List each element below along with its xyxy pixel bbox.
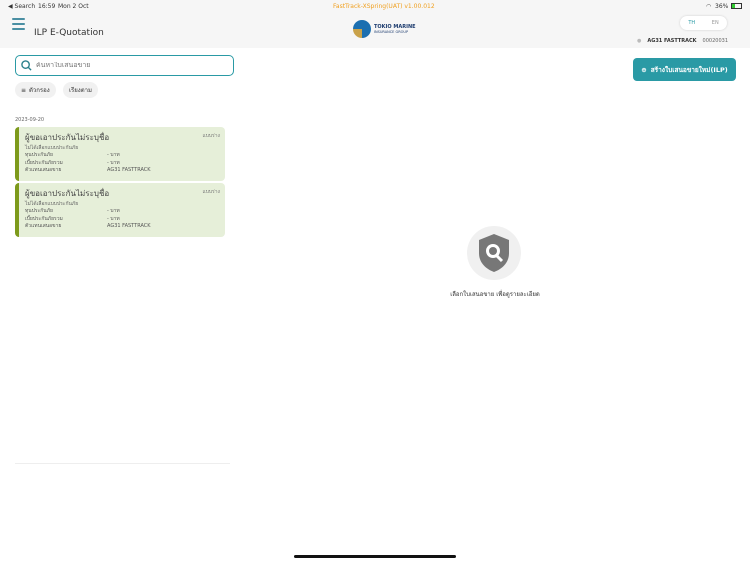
battery-icon xyxy=(731,3,742,9)
card-row: เบี้ยประกันภัยรวม - บาท xyxy=(25,216,219,224)
insured-name: ผู้ขอเอาประกันไม่ระบุชื่อ xyxy=(25,133,110,142)
search-icon xyxy=(21,60,32,71)
insured-name: ผู้ขอเอาประกันไม่ระบุชื่อ xyxy=(25,189,110,198)
user-icon: ● xyxy=(636,38,642,44)
row-label: ตัวแทนเสนอขาย xyxy=(25,167,62,173)
sort-label: เรียงตาม xyxy=(69,87,92,94)
plan-name: ไม่ได้เลือกแบบประกันภัย xyxy=(25,201,79,207)
lang-en[interactable]: EN xyxy=(704,20,728,26)
back-to-search[interactable]: ◀ Search xyxy=(8,3,35,10)
plus-circle-icon: ⊕ xyxy=(641,65,647,74)
agent-info: ● AG31 FASTTRACK 00020031 xyxy=(637,38,728,44)
header: ILP E-Quotation TOKIO MARINE INSURANCE GR… xyxy=(0,12,750,48)
status-date: Mon 2 Oct xyxy=(58,3,89,10)
card-row: ทุนประกันภัย - บาท xyxy=(25,208,219,216)
card-row: ทุนประกันภัย - บาท xyxy=(25,152,219,160)
sort-button[interactable]: เรียงตาม xyxy=(63,82,98,98)
agent-name: AG31 FASTTRACK xyxy=(647,38,697,44)
quotation-card[interactable]: ผู้ขอเอาประกันไม่ระบุชื่อ ไม่ได้เลือกแบบ… xyxy=(15,183,225,237)
lang-th[interactable]: TH xyxy=(680,20,704,26)
row-label: เบี้ยประกันภัยรวม xyxy=(25,159,63,166)
filter-icon: ≡ xyxy=(21,86,27,94)
row-label: ทุนประกันภัย xyxy=(25,152,53,158)
row-value: - บาท xyxy=(107,215,120,222)
row-value: - บาท xyxy=(107,208,120,214)
agent-code: 00020031 xyxy=(702,38,728,44)
empty-state-illustration xyxy=(467,226,521,280)
row-value: - บาท xyxy=(107,152,120,158)
logo-subtext: INSURANCE GROUP xyxy=(374,30,409,34)
create-quotation-button[interactable]: ⊕ สร้างใบเสนอขายใหม่(ILP) xyxy=(633,58,736,81)
search-box[interactable] xyxy=(15,55,234,76)
plan-name: ไม่ได้เลือกแบบประกันภัย xyxy=(25,145,79,151)
status-time: 16:59 xyxy=(38,3,56,10)
card-row: ตัวแทนเสนอขาย AG31 FASTTRACK xyxy=(25,167,219,175)
wifi-icon: ◠ xyxy=(706,3,712,10)
card-row: เบี้ยประกันภัยรวม - บาท xyxy=(25,160,219,168)
row-label: เบี้ยประกันภัยรวม xyxy=(25,215,63,222)
company-logo: TOKIO MARINE INSURANCE GROUP xyxy=(353,20,416,38)
home-indicator[interactable] xyxy=(294,555,456,558)
logo-mark-icon xyxy=(353,20,371,38)
row-value: AG31 FASTTRACK xyxy=(107,167,151,173)
card-row: ตัวแทนเสนอขาย AG31 FASTTRACK xyxy=(25,223,219,231)
status-badge: แบบร่าง xyxy=(202,189,220,195)
empty-state-text: เลือกใบเสนอขาย เพื่อดูรายละเอียด xyxy=(450,291,540,298)
row-value: AG31 FASTTRACK xyxy=(107,223,151,229)
group-date: 2023-09-20 xyxy=(15,117,45,123)
app-version: FastTrack-XSpring(UAT) v1.00.012 xyxy=(333,3,435,10)
list-divider xyxy=(15,463,230,464)
battery-level: 36% xyxy=(715,3,729,10)
menu-icon[interactable] xyxy=(12,18,25,33)
status-badge: แบบร่าง xyxy=(202,133,220,139)
row-label: ทุนประกันภัย xyxy=(25,208,53,214)
filter-button[interactable]: ≡ ตัวกรอง xyxy=(15,82,56,98)
status-bar: ◀ Search 16:59 Mon 2 Oct FastTrack-XSpri… xyxy=(0,0,750,12)
quotation-card[interactable]: ผู้ขอเอาประกันไม่ระบุชื่อ ไม่ได้เลือกแบบ… xyxy=(15,127,225,181)
row-value: - บาท xyxy=(107,159,120,166)
search-input[interactable] xyxy=(36,62,206,69)
row-label: ตัวแทนเสนอขาย xyxy=(25,223,62,229)
shield-search-icon xyxy=(479,234,509,272)
language-toggle[interactable]: TH EN xyxy=(680,16,727,30)
filter-label: ตัวกรอง xyxy=(29,87,50,94)
page-title: ILP E-Quotation xyxy=(34,28,104,38)
create-quotation-label: สร้างใบเสนอขายใหม่(ILP) xyxy=(650,65,728,74)
